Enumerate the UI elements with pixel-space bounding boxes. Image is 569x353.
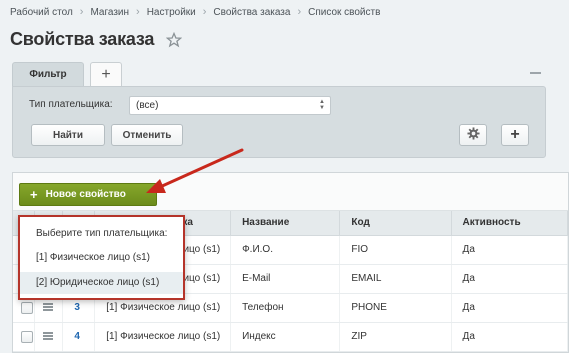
payer-type-popup: Выберите тип плательщика: [1] Физическое… — [18, 215, 185, 300]
grid-toolbar: + Новое свойство — [13, 173, 568, 211]
select-arrows-icon: ▲ ▼ — [319, 99, 325, 111]
breadcrumb-item-props-list[interactable]: Список свойств — [308, 7, 380, 18]
row-name: Телефон — [230, 293, 341, 323]
collapse-filter-icon[interactable] — [528, 66, 542, 80]
breadcrumb-item-order-props[interactable]: Свойства заказа — [213, 7, 290, 18]
row-menu-icon[interactable] — [43, 303, 54, 312]
row-active: Да — [451, 264, 569, 294]
breadcrumb-item-shop[interactable]: Магазин — [90, 7, 129, 18]
breadcrumb-separator-icon: › — [136, 6, 140, 18]
add-filter-tab-button[interactable]: + — [90, 62, 122, 86]
row-name: Индекс — [230, 322, 341, 352]
filter-panel: Тип плательщика: (все) ▲ ▼ Найти Отменить… — [12, 86, 546, 158]
cancel-button[interactable]: Отменить — [111, 124, 183, 146]
payer-type-select[interactable]: (все) ▲ ▼ — [129, 96, 331, 115]
breadcrumb-separator-icon: › — [297, 6, 302, 18]
payer-type-value: (все) — [136, 100, 159, 111]
row-menu-icon[interactable] — [43, 332, 54, 341]
header-name[interactable]: Название — [230, 211, 341, 236]
row-payer: [1] Физическое лицо (s1) — [94, 322, 232, 352]
table-row[interactable]: 4 [1] Физическое лицо (s1) Индекс ZIP Да — [13, 322, 569, 352]
row-code: PHONE — [339, 293, 452, 323]
new-property-button[interactable]: + Новое свойство — [19, 183, 157, 206]
add-filter-button[interactable]: + — [501, 124, 529, 146]
title-row: Свойства заказа — [10, 29, 183, 50]
breadcrumb-item-desktop[interactable]: Рабочий стол — [10, 7, 73, 18]
popup-title: Выберите тип плательщика: — [36, 228, 168, 239]
plus-icon: + — [30, 187, 38, 202]
settings-button[interactable] — [459, 124, 487, 146]
row-name: E-Mail — [230, 264, 341, 294]
gear-icon — [466, 127, 480, 143]
star-icon[interactable] — [165, 31, 183, 48]
payer-type-label: Тип плательщика: — [29, 99, 113, 110]
page-title: Свойства заказа — [10, 29, 155, 49]
row-code: EMAIL — [339, 264, 452, 294]
header-code[interactable]: Код — [339, 211, 452, 236]
row-id-link[interactable]: 4 — [74, 331, 80, 342]
row-active: Да — [451, 293, 569, 323]
breadcrumb: Рабочий стол › Магазин › Настройки › Сво… — [10, 6, 380, 18]
popup-item-individual[interactable]: [1] Физическое лицо (s1) — [20, 247, 183, 269]
row-id-link[interactable]: 3 — [74, 302, 80, 313]
breadcrumb-item-settings[interactable]: Настройки — [147, 7, 196, 18]
popup-item-legal-entity[interactable]: [2] Юридическое лицо (s1) — [20, 272, 183, 294]
row-active: Да — [451, 235, 569, 265]
breadcrumb-separator-icon: › — [79, 6, 84, 18]
row-checkbox[interactable] — [21, 301, 33, 314]
header-active[interactable]: Активность — [451, 211, 569, 236]
row-code: FIO — [339, 235, 452, 265]
breadcrumb-separator-icon: › — [202, 6, 207, 18]
row-code: ZIP — [339, 322, 452, 352]
row-checkbox[interactable] — [21, 330, 33, 343]
new-property-label: Новое свойство — [45, 189, 126, 200]
find-button[interactable]: Найти — [31, 124, 105, 146]
row-name: Ф.И.О. — [230, 235, 341, 265]
row-active: Да — [451, 322, 569, 352]
tab-filter[interactable]: Фильтр — [12, 62, 84, 86]
